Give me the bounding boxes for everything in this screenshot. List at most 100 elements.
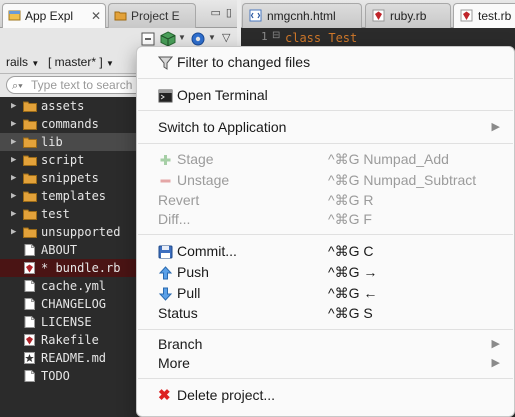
editor-tab-bar: nmgcnh.html ruby.rb test.rb xyxy=(241,0,515,28)
menu-item-delete-project[interactable]: ✖ Delete project... xyxy=(137,385,514,406)
filter-icon xyxy=(158,56,173,70)
menu-item-stage[interactable]: Stage ^⌘G Numpad_Add xyxy=(137,149,514,170)
file-icon xyxy=(24,298,35,310)
chevron-down-icon[interactable]: ▼ xyxy=(208,33,216,42)
search-placeholder: Type text to search in xyxy=(31,78,146,92)
menu-item-unstage[interactable]: Unstage ^⌘G Numpad_Subtract xyxy=(137,170,514,191)
code-line[interactable]: class Test xyxy=(285,30,357,46)
collapse-all-icon[interactable] xyxy=(140,31,156,47)
folder-icon xyxy=(23,191,37,202)
arrow-up-icon xyxy=(158,266,173,280)
menu-separator xyxy=(138,234,513,235)
expand-arrow-icon[interactable]: ▶ xyxy=(11,133,16,151)
minimize-maximize-icon[interactable]: ▭ ▯ xyxy=(210,6,233,19)
expand-arrow-icon[interactable]: ▶ xyxy=(11,187,16,205)
chevron-down-icon[interactable]: ▼ xyxy=(178,33,186,42)
menu-label: Delete project... xyxy=(177,387,276,403)
tab-ruby-rb[interactable]: ruby.rb xyxy=(365,3,451,28)
menu-label: Status xyxy=(158,305,198,321)
expand-arrow-icon[interactable]: ▶ xyxy=(11,169,16,187)
expand-arrow-icon[interactable]: ▶ xyxy=(11,151,16,169)
tree-item-label: test xyxy=(41,207,70,221)
tree-item-label: TODO xyxy=(41,369,70,383)
expand-arrow-icon[interactable]: ▶ xyxy=(11,205,16,223)
menu-shortcut: ^⌘G F xyxy=(328,211,372,227)
app-explorer-icon xyxy=(8,10,21,21)
fold-icon[interactable]: ⊟ xyxy=(272,30,280,41)
chevron-down-icon: ▼ xyxy=(106,59,114,68)
save-disk-icon xyxy=(158,245,173,259)
menu-shortcut: ^⌘G Numpad_Add xyxy=(328,151,449,167)
tab-test-rb[interactable]: test.rb xyxy=(453,3,515,28)
left-tab-bar: App Expl ✕ Project E ▭ ▯ xyxy=(0,0,237,28)
tree-item-label: script xyxy=(41,153,85,167)
menu-label: Push xyxy=(177,264,209,280)
bundle-cube-icon[interactable] xyxy=(160,31,176,47)
file-icon xyxy=(24,316,35,328)
menu-label: More xyxy=(158,355,190,371)
tree-item-label: README.md xyxy=(41,351,107,365)
menu-item-open-terminal[interactable]: Open Terminal xyxy=(137,85,514,106)
search-icon: ⌕▾ xyxy=(12,80,23,92)
menu-item-diff[interactable]: Diff... ^⌘G F xyxy=(137,209,514,230)
close-icon[interactable]: ✕ xyxy=(91,4,101,28)
tab-label: ruby.rb xyxy=(390,9,427,23)
tab-app-explorer[interactable]: App Expl ✕ xyxy=(2,3,106,28)
tab-label: App Expl xyxy=(25,9,74,23)
menu-label: Open Terminal xyxy=(177,87,268,103)
menu-item-status[interactable]: Status ^⌘G S xyxy=(137,303,514,324)
tree-item-label: commands xyxy=(41,117,99,131)
menu-item-push[interactable]: Push ^⌘G → xyxy=(137,262,514,283)
menu-label: Stage xyxy=(177,151,214,167)
file-icon xyxy=(24,244,35,256)
submenu-arrow-icon: ▶ xyxy=(491,121,500,133)
menu-item-switch-application[interactable]: Switch to Application ▶ xyxy=(137,117,514,138)
expand-arrow-icon[interactable]: ▶ xyxy=(11,97,16,115)
folder-icon xyxy=(23,173,37,184)
menu-shortcut: ^⌘G Numpad_Subtract xyxy=(328,172,477,188)
menu-item-revert[interactable]: Revert ^⌘G R xyxy=(137,190,514,211)
gear-icon[interactable] xyxy=(190,31,206,47)
context-menu: Filter to changed files Open Terminal Sw… xyxy=(136,46,515,417)
menu-separator xyxy=(138,378,513,379)
menu-item-commit[interactable]: Commit... ^⌘G C xyxy=(137,241,514,262)
menu-shortcut: ^⌘G → xyxy=(328,264,378,280)
expand-arrow-icon[interactable]: ▶ xyxy=(11,115,16,133)
menu-separator xyxy=(138,110,513,111)
menu-label: Revert xyxy=(158,192,200,208)
folder-icon xyxy=(23,227,37,238)
menu-item-branch[interactable]: Branch ▶ xyxy=(137,334,514,355)
folder-icon xyxy=(23,137,37,148)
folder-icon xyxy=(23,101,37,112)
menu-label: Commit... xyxy=(177,243,237,259)
tree-item-label: unsupported xyxy=(41,225,121,239)
ruby-file-icon xyxy=(24,334,35,346)
tree-item-label: lib xyxy=(41,135,63,149)
star-file-icon xyxy=(24,352,35,364)
project-folder-icon xyxy=(114,11,127,21)
tab-label: test.rb xyxy=(478,9,512,23)
view-menu-icon[interactable]: ▽ xyxy=(222,31,230,44)
menu-item-pull[interactable]: Pull ^⌘G ← xyxy=(137,283,514,304)
terminal-icon xyxy=(158,89,173,103)
submenu-arrow-icon: ▶ xyxy=(491,338,500,350)
menu-item-filter-changed[interactable]: Filter to changed files xyxy=(137,52,514,73)
ruby-file-icon xyxy=(24,262,35,274)
menu-label: Branch xyxy=(158,336,203,352)
expand-arrow-icon[interactable]: ▶ xyxy=(11,223,16,241)
menu-separator xyxy=(138,143,513,144)
tab-project-explorer[interactable]: Project E xyxy=(108,3,196,28)
ruby-file-icon xyxy=(460,9,473,22)
tree-item-label: Rakefile xyxy=(41,333,99,347)
tree-item-label: snippets xyxy=(41,171,99,185)
tree-item-label: LICENSE xyxy=(41,315,92,329)
project-selector[interactable]: rails ▼ xyxy=(6,55,39,69)
search-input[interactable]: ⌕▾ Type text to search in xyxy=(6,76,146,94)
tab-nmgcnh-html[interactable]: nmgcnh.html xyxy=(242,3,362,28)
menu-separator xyxy=(138,78,513,79)
menu-item-more[interactable]: More ▶ xyxy=(137,353,514,374)
folder-icon xyxy=(23,209,37,220)
tree-item-label: ABOUT xyxy=(41,243,78,257)
folder-icon xyxy=(23,155,37,166)
branch-selector[interactable]: [ master* ] ▼ xyxy=(48,55,114,69)
